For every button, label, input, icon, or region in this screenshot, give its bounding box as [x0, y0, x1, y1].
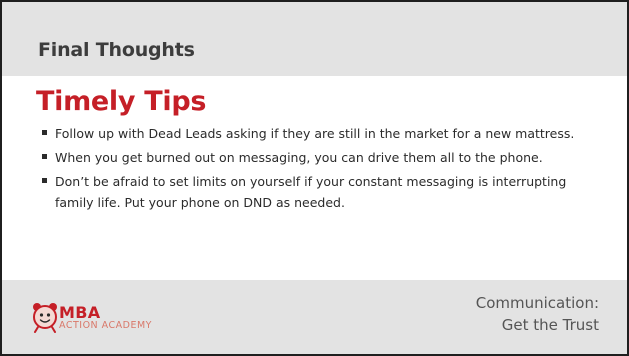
footer-caption: Communication: Get the Trust [476, 292, 599, 336]
list-item: When you get burned out on messaging, yo… [38, 147, 598, 168]
section-title: Final Thoughts [38, 39, 195, 61]
list-item: Don’t be afraid to set limits on yoursel… [38, 171, 598, 213]
bullet-icon [42, 178, 47, 183]
bullet-icon [42, 130, 47, 135]
tips-list: Follow up with Dead Leads asking if they… [38, 123, 598, 216]
tip-text: Follow up with Dead Leads asking if they… [55, 126, 575, 141]
slide-heading: Timely Tips [36, 86, 207, 117]
tip-text: Don’t be afraid to set limits on yoursel… [55, 174, 567, 210]
logo-tagline: ACTION ACADEMY [59, 320, 152, 331]
alarm-clock-mascot-icon [33, 303, 57, 333]
footer-caption-line-1: Communication: [475, 294, 599, 312]
mba-logo: MBA ACTION ACADEMY [29, 301, 169, 337]
bullet-icon [42, 154, 47, 159]
list-item: Follow up with Dead Leads asking if they… [38, 123, 598, 144]
tip-text: When you get burned out on messaging, yo… [55, 150, 543, 165]
slide: Final Thoughts Timely Tips Follow up wit… [0, 0, 629, 356]
footer-caption-line-2: Get the Trust [501, 316, 599, 334]
